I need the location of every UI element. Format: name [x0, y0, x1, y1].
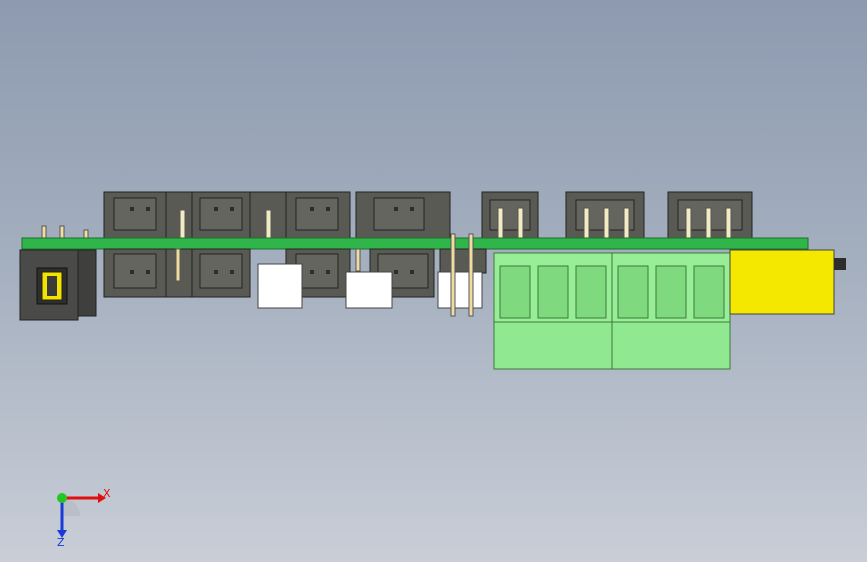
cad-viewport[interactable]: X Z: [0, 0, 867, 562]
top-header-connectors: [103, 191, 753, 239]
left-small-pins: [41, 225, 89, 239]
z-axis-label: Z: [57, 536, 65, 548]
left-square-connector: [19, 249, 97, 321]
terminal-block-right: [611, 252, 731, 370]
pcb-assembly-model[interactable]: [0, 0, 867, 562]
yellow-component: [729, 249, 846, 315]
terminal-block-left: [493, 252, 613, 370]
coordinate-triad: X Z: [57, 487, 111, 548]
x-axis-label: X: [103, 487, 111, 500]
pcb-board[interactable]: [21, 237, 809, 250]
